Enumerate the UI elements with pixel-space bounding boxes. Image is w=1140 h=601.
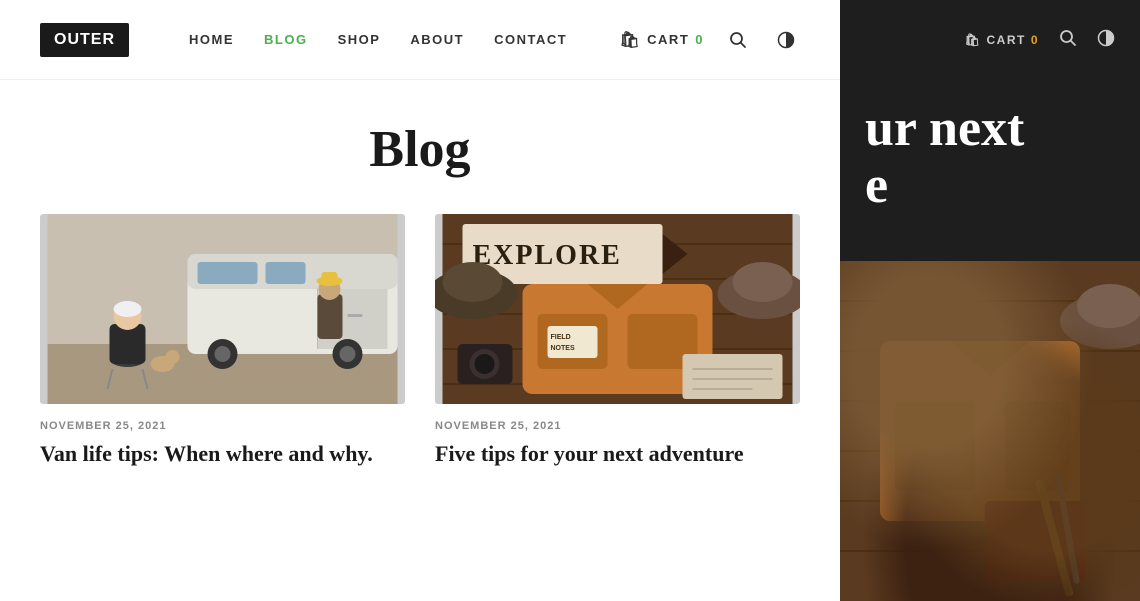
post-title-2: Five tips for your next adventure (435, 440, 800, 469)
main-panel: OUTER HOME BLOG SHOP ABOUT CONTACT 🛍 CAR… (0, 0, 840, 601)
right-search-button[interactable] (1059, 29, 1077, 52)
search-button[interactable] (724, 26, 752, 54)
site-logo[interactable]: OUTER (40, 23, 129, 57)
right-headline: ur next e (865, 100, 1115, 214)
post-date-2: NOVEMBER 25, 2021 (435, 420, 800, 432)
nav-home[interactable]: HOME (189, 32, 234, 47)
right-panel: 🛍 CART 0 ur next e (840, 0, 1140, 601)
post-title-1: Van life tips: When where and why. (40, 440, 405, 469)
right-headline-line1: ur next (865, 100, 1115, 157)
contrast-button[interactable] (772, 26, 800, 54)
cart-count: 0 (695, 32, 704, 47)
site-header: OUTER HOME BLOG SHOP ABOUT CONTACT 🛍 CAR… (0, 0, 840, 80)
header-actions: 🛍 CART 0 (619, 26, 800, 54)
nav-shop[interactable]: SHOP (338, 32, 381, 47)
main-nav: HOME BLOG SHOP ABOUT CONTACT (189, 32, 619, 47)
nav-about[interactable]: ABOUT (410, 32, 464, 47)
right-cart-count: 0 (1031, 33, 1039, 47)
nav-contact[interactable]: CONTACT (494, 32, 567, 47)
post-date-1: NOVEMBER 25, 2021 (40, 420, 405, 432)
cart-icon: 🛍 (619, 30, 641, 50)
post-card-2[interactable]: EXPLORE FIELD (435, 214, 800, 469)
right-cart-icon: 🛍 (965, 33, 982, 47)
right-header: 🛍 CART 0 (840, 0, 1140, 80)
right-panel-image (840, 261, 1140, 601)
svg-text:EXPLORE: EXPLORE (473, 240, 622, 271)
post-image-1 (40, 214, 405, 404)
blog-title: Blog (40, 80, 800, 214)
right-cart-button[interactable]: 🛍 CART 0 (965, 33, 1039, 47)
right-cart-label: CART (986, 33, 1025, 47)
blog-content: Blog (0, 80, 840, 601)
right-contrast-button[interactable] (1097, 29, 1115, 52)
cart-button[interactable]: 🛍 CART 0 (619, 30, 704, 50)
nav-blog[interactable]: BLOG (264, 32, 308, 47)
posts-grid: NOVEMBER 25, 2021 Van life tips: When wh… (40, 214, 800, 469)
post-image-2: EXPLORE FIELD (435, 214, 800, 404)
svg-text:FIELD: FIELD (551, 334, 571, 341)
post-card-1[interactable]: NOVEMBER 25, 2021 Van life tips: When wh… (40, 214, 405, 469)
right-headline-line2: e (865, 157, 1115, 214)
svg-text:NOTES: NOTES (551, 345, 575, 352)
cart-label: CART (647, 32, 689, 47)
